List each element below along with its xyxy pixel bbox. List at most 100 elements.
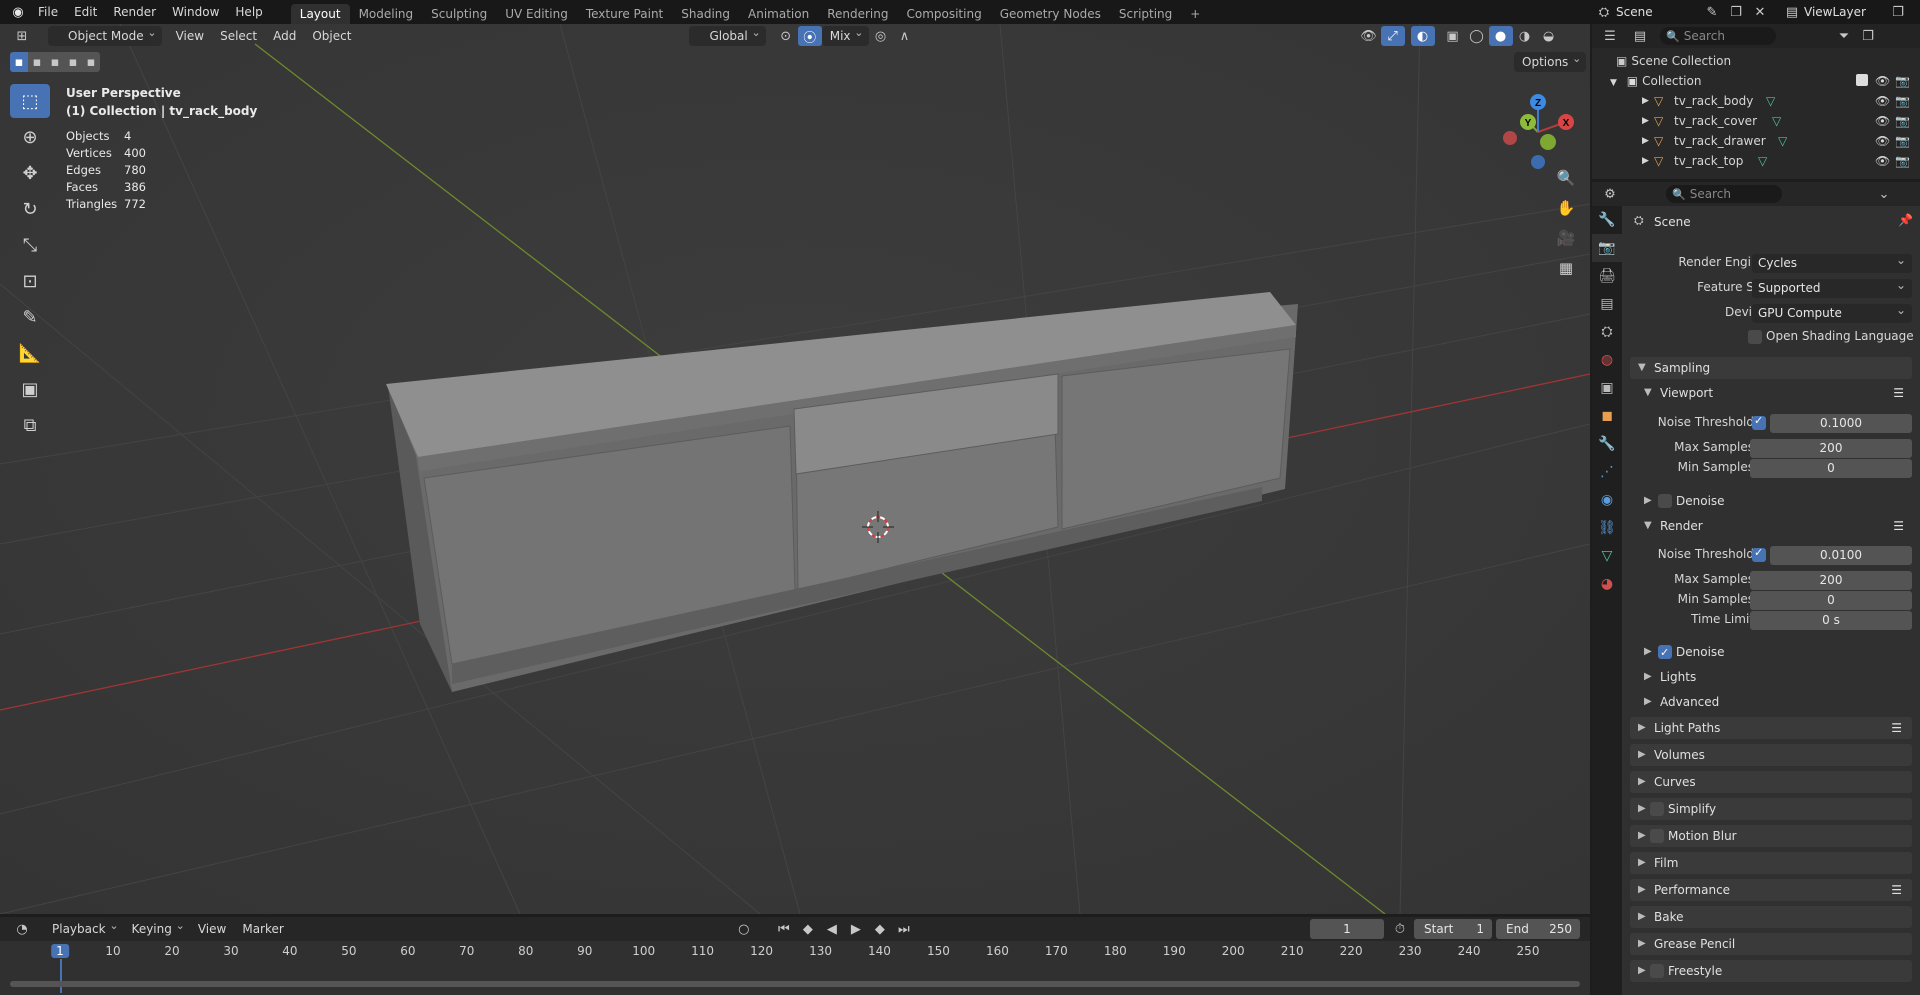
visibility-eye-icon[interactable]: 👁 [1875,71,1890,91]
list-icon[interactable]: ☰ [1893,383,1904,403]
preview-range-icon[interactable]: ⏱ [1388,919,1412,939]
pan-hand-icon[interactable]: ✋ [1552,194,1580,222]
render-camera-icon[interactable]: 📷 [1895,151,1910,171]
tab-compositing[interactable]: Compositing [897,4,990,24]
scene-tab-icon[interactable]: ⛭ [1592,318,1622,346]
select-box-tool-icon[interactable]: ⬚ [10,84,50,118]
render-subpanel-header[interactable]: ▼ Render ☰ [1638,516,1912,536]
rendered-shading-icon[interactable]: ◒ [1537,26,1561,46]
data-tab-icon[interactable]: ▽ [1592,542,1622,570]
3d-viewport[interactable]: X Y Z ⊞ Object Mode View Select Add Obje… [0,24,1590,914]
timeline-editor[interactable]: ◔ Playback Keying View Marker ○ ⏮ ◆ ◀ ▶ … [0,916,1590,995]
outliner-search-input[interactable]: 🔍 Search [1660,27,1776,45]
scale-tool-icon[interactable]: ⤡ [10,228,50,262]
viewport-noise-threshold-field[interactable]: 0.1000 [1770,414,1912,433]
constraints-tab-icon[interactable]: ⛓ [1592,514,1622,542]
scene-name[interactable]: Scene [1616,5,1700,19]
select-extend-icon[interactable]: ▪ [28,52,46,72]
bake-panel[interactable]: ▶ Bake [1630,906,1912,928]
device-dropdown[interactable]: GPU Compute [1752,301,1912,323]
render-camera-icon[interactable]: 📷 [1895,91,1910,111]
viewport-subpanel-header[interactable]: ▼ Viewport ☰ [1638,383,1912,403]
properties-options-icon[interactable]: ⌄ [1872,184,1896,204]
menu-view[interactable]: View [168,26,212,46]
play-reverse-icon[interactable]: ◀ [820,919,844,939]
visibility-eye-icon[interactable]: 👁 [1875,131,1890,151]
motion-blur-panel[interactable]: ▶ Motion Blur [1630,825,1912,847]
scene-collection-row[interactable]: ▣ Scene Collection [1592,51,1920,71]
list-icon[interactable]: ☰ [1891,879,1902,901]
options-dropdown[interactable]: Options [1514,49,1587,72]
menu-object[interactable]: Object [304,26,359,46]
advanced-subpanel[interactable]: ▶ Advanced [1638,692,1912,712]
mesh-data-icon[interactable]: ▽ [1772,111,1781,131]
measure-tool-icon[interactable]: 📐 [10,336,50,370]
collection-tab-icon[interactable]: ▣ [1592,374,1622,402]
view-layer-icon[interactable]: ▤ [1780,2,1804,22]
timeline-editor-type-icon[interactable]: ◔ [10,919,34,939]
tool-tab-icon[interactable]: 🔧 [1592,206,1622,234]
mesh-data-icon[interactable]: ▽ [1758,151,1767,171]
viewport-max-samples-field[interactable]: 200 [1750,439,1912,458]
grease-pencil-panel[interactable]: ▶ Grease Pencil [1630,933,1912,955]
tab-animation[interactable]: Animation [739,4,818,24]
select-invert-icon[interactable]: ▪ [64,52,82,72]
freestyle-checkbox[interactable] [1650,964,1664,978]
render-camera-icon[interactable]: 📷 [1895,71,1910,91]
mesh-data-icon[interactable]: ▽ [1766,91,1775,111]
render-camera-icon[interactable]: 📷 [1895,111,1910,131]
frame-ruler[interactable]: 1 10 20 30 40 50 60 70 80 90 100 110 120 130 140 150 160… [0,941,1590,993]
play-icon[interactable]: ▶ [844,919,868,939]
extrude-tool-icon[interactable]: ⧉ [10,408,50,442]
visibility-eye-icon[interactable]: 👁 [1875,111,1890,131]
jump-end-icon[interactable]: ⏭ [892,919,916,939]
outliner-row-tv-rack-cover[interactable]: ▶ ▽ tv_rack_cover ▽ 👁 📷 [1592,111,1920,131]
start-frame-field[interactable]: Start 1 [1414,919,1492,939]
output-tab-icon[interactable]: 🖨 [1592,262,1622,290]
end-frame-field[interactable]: End 250 [1496,919,1580,939]
select-intersect-icon[interactable]: ▪ [82,52,100,72]
viewport-min-samples-field[interactable]: 0 [1750,459,1912,478]
cursor-tool-icon[interactable]: ⊕ [10,120,50,154]
filter-icon[interactable]: ⏷ [1832,26,1856,46]
tab-scripting[interactable]: Scripting [1110,4,1181,24]
timeline-view-menu[interactable]: View [190,919,234,939]
menu-render[interactable]: Render [105,0,164,24]
collection-row[interactable]: ▼ ▣ Collection 👁 📷 [1592,71,1920,91]
render-tab-icon[interactable]: 📷 [1592,234,1622,262]
object-mode-dropdown[interactable]: Object Mode [48,24,162,46]
render-max-samples-field[interactable]: 200 [1750,571,1912,590]
pin-icon[interactable]: 📌 [1898,213,1913,227]
render-min-samples-field[interactable]: 0 [1750,591,1912,610]
exclude-checkbox-icon[interactable] [1856,74,1868,86]
light-paths-panel[interactable]: ▶ Light Paths ☰ [1630,717,1912,739]
editor-type-icon[interactable]: ⊞ [10,26,34,46]
render-denoise-subpanel[interactable]: ▶Denoise [1638,642,1912,663]
menu-window[interactable]: Window [164,0,227,24]
freestyle-panel[interactable]: ▶ Freestyle [1630,960,1912,982]
proportional-edit-icon[interactable]: ◎ [869,26,893,46]
osl-checkbox[interactable] [1748,330,1762,344]
snap-icon[interactable]: ⦿ [797,26,822,46]
simplify-panel[interactable]: ▶ Simplify [1630,798,1912,820]
render-engine-dropdown[interactable]: Cycles [1752,251,1912,273]
menu-edit[interactable]: Edit [66,0,105,24]
falloff-icon[interactable]: ∧ [893,26,917,46]
menu-file[interactable]: File [30,0,66,24]
object-tab-icon[interactable]: ◼ [1592,402,1622,430]
rotate-tool-icon[interactable]: ↻ [10,192,50,226]
tab-texture-paint[interactable]: Texture Paint [577,4,672,24]
keying-dropdown[interactable]: Keying [124,916,190,939]
feature-set-dropdown[interactable]: Supported [1752,276,1912,298]
list-icon[interactable]: ☰ [1893,516,1904,536]
move-tool-icon[interactable]: ✥ [10,156,50,190]
prev-keyframe-icon[interactable]: ◆ [796,919,820,939]
visibility-eye-icon[interactable]: 👁 [1875,151,1890,171]
blender-logo-icon[interactable]: ◉ [6,2,30,22]
render-noise-threshold-field[interactable]: 0.0100 [1770,546,1912,565]
timeline-scrollbar[interactable] [10,981,1580,987]
delete-scene-icon[interactable]: ✕ [1748,2,1772,22]
sampling-panel-header[interactable]: ▼ Sampling [1630,357,1912,379]
tab-rendering[interactable]: Rendering [818,4,897,24]
select-new-icon[interactable]: ▪ [10,52,28,72]
